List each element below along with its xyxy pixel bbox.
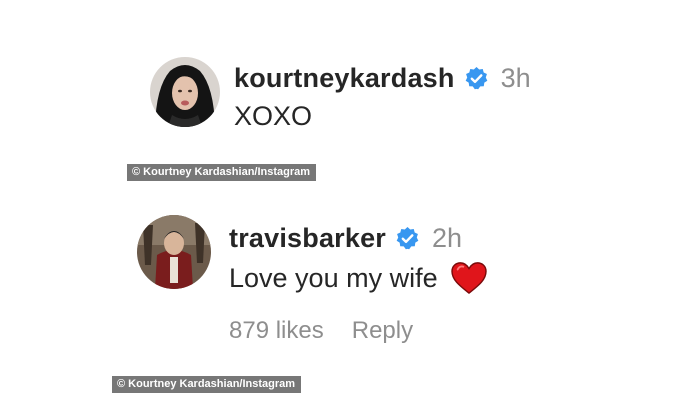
photo-credit: © Kourtney Kardashian/Instagram	[112, 376, 302, 393]
comment-travisbarker: travisbarker 2h Love you my wife 879 lik…	[137, 215, 488, 345]
comment-kourtneykardash: kourtneykardash 3h XOXO	[150, 57, 531, 132]
reply-button[interactable]: Reply	[352, 317, 413, 345]
avatar-travisbarker[interactable]	[137, 215, 211, 289]
username[interactable]: kourtneykardash	[234, 63, 455, 94]
photo-credit: © Kourtney Kardashian/Instagram	[127, 164, 317, 181]
red-heart-icon	[450, 262, 487, 295]
profile-photo-avatar	[150, 57, 220, 127]
verified-badge-icon	[465, 66, 487, 89]
timestamp: 3h	[500, 62, 531, 93]
comment-text: Love you my wife	[229, 262, 438, 293]
profile-photo-avatar	[137, 215, 211, 289]
username[interactable]: travisbarker	[229, 223, 386, 254]
verified-badge-icon	[396, 226, 419, 249]
avatar-kourtneykardash[interactable]	[150, 57, 220, 127]
timestamp: 2h	[432, 222, 463, 253]
comment-text: XOXO	[234, 101, 313, 131]
instagram-comments-screenshot: kourtneykardash 3h XOXO © Kourtney Karda…	[0, 0, 700, 400]
likes-count[interactable]: 879 likes	[229, 317, 324, 345]
